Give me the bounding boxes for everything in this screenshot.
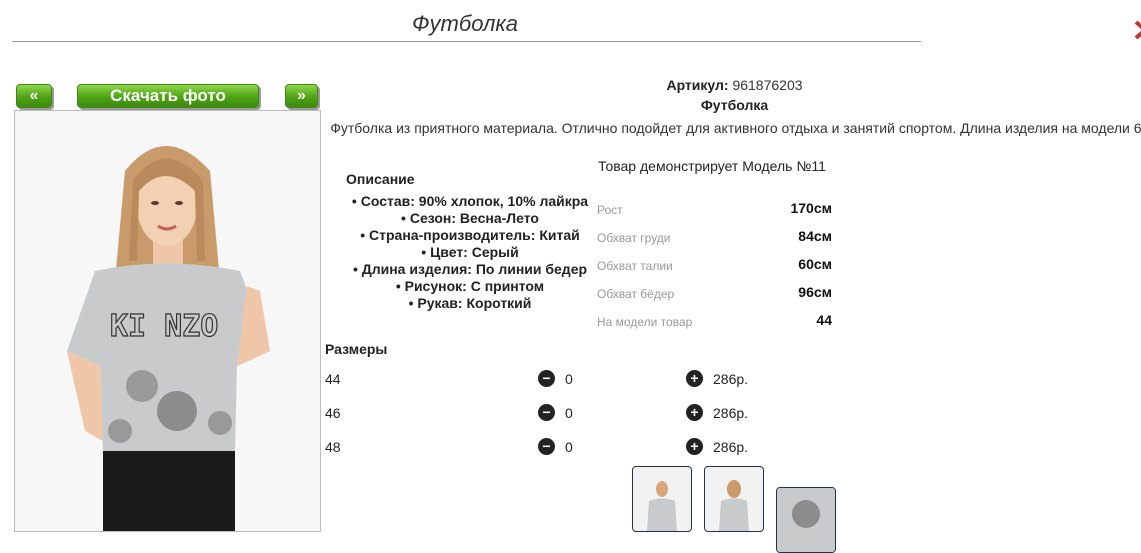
spec-item: Сезон: Весна-Лето (330, 210, 610, 227)
size-price: 286р. (713, 439, 749, 455)
size-price: 286р. (713, 405, 749, 421)
sizes-title: Размеры (325, 341, 388, 357)
spec-item: Страна-производитель: Китай (330, 227, 610, 244)
title-divider (12, 41, 921, 42)
download-photo-button[interactable]: Скачать фото (77, 84, 259, 108)
size-row: 44 − 0 + 286р. (325, 370, 765, 391)
spec-item: Рукав: Короткий (330, 295, 610, 312)
model-note: Товар демонстрирует Модель №11 (598, 158, 826, 174)
measurement-label: На модели товар (597, 315, 693, 329)
minus-circle-icon[interactable]: − (538, 438, 555, 455)
size-row: 48 − 0 + 286р. (325, 438, 765, 459)
thumbnail-front[interactable] (632, 466, 692, 532)
page-title: Футболка (412, 11, 518, 36)
specs-title: Описание (346, 171, 415, 187)
size-price: 286р. (713, 371, 749, 387)
plus-circle-icon[interactable]: + (686, 370, 703, 387)
measurement-label: Обхват талии (597, 259, 673, 273)
product-photo[interactable]: KI NZO (14, 110, 321, 532)
specs-list: Состав: 90% хлопок, 10% лайкра Сезон: Ве… (330, 193, 610, 312)
article-label: Артикул: (666, 77, 729, 93)
plus-circle-icon[interactable]: + (686, 438, 703, 455)
measurement-row: Обхват бёдер 96см (597, 284, 832, 312)
measurement-row: Обхват талии 60см (597, 256, 832, 284)
quantity-value: 0 (565, 439, 573, 455)
size-label: 44 (325, 371, 341, 387)
measurement-row: Рост 170см (597, 200, 832, 228)
measurement-value: 44 (816, 312, 832, 328)
quantity-value: 0 (565, 371, 573, 387)
measurement-value: 60см (798, 256, 832, 272)
plus-circle-icon[interactable]: + (686, 404, 703, 421)
measurement-value: 84см (798, 228, 832, 244)
size-row: 46 − 0 + 286р. (325, 404, 765, 425)
cart-icon[interactable] (1133, 20, 1141, 42)
model-measurements: Рост 170см Обхват груди 84см Обхват тали… (597, 200, 832, 340)
minus-circle-icon[interactable]: − (538, 404, 555, 421)
size-label: 48 (325, 439, 341, 455)
spec-item: Длина изделия: По линии бедер (330, 261, 610, 278)
measurement-label: Обхват груди (597, 231, 671, 245)
size-label: 46 (325, 405, 341, 421)
spec-item: Состав: 90% хлопок, 10% лайкра (330, 193, 610, 210)
minus-circle-icon[interactable]: − (538, 370, 555, 387)
quantity-value: 0 (565, 405, 573, 421)
spec-item: Рисунок: С принтом (330, 278, 610, 295)
prev-photo-button[interactable]: « (16, 84, 52, 108)
measurement-value: 170см (790, 200, 832, 216)
measurement-row: На модели товар 44 (597, 312, 832, 340)
article-line: Артикул: 961876203 (598, 77, 871, 93)
product-description: Футболка из приятного материала. Отлично… (330, 120, 1141, 136)
article-value: 961876203 (732, 77, 803, 93)
measurement-row: Обхват груди 84см (597, 228, 832, 256)
shirt-print-text: KI NZO (110, 309, 218, 344)
spec-item: Цвет: Серый (330, 244, 610, 261)
thumbnail-print[interactable] (776, 487, 836, 553)
measurement-label: Рост (597, 203, 623, 217)
next-photo-button[interactable]: » (285, 84, 318, 108)
thumbnail-back[interactable] (704, 466, 764, 532)
measurement-value: 96см (798, 284, 832, 300)
measurement-label: Обхват бёдер (597, 287, 675, 301)
product-name: Футболка (700, 97, 769, 113)
